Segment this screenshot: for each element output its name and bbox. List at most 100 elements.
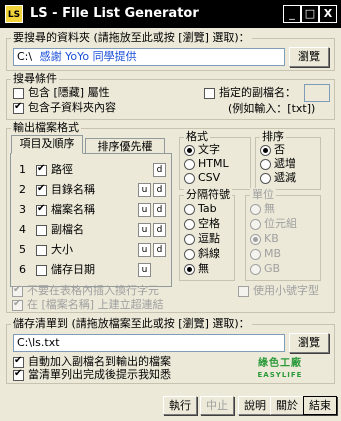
order-item-row: 5 大小 u d bbox=[11, 242, 171, 260]
small-font-checkbox[interactable] bbox=[238, 286, 249, 297]
format-option-label: HTML bbox=[198, 157, 229, 170]
order-item-checkbox[interactable] bbox=[36, 245, 47, 256]
app-icon[interactable]: LS bbox=[5, 5, 23, 23]
unit-radio[interactable] bbox=[250, 204, 261, 215]
order-item-label: 副檔名 bbox=[51, 223, 84, 236]
unit-label: 單位 bbox=[250, 188, 276, 202]
hyperlink-checkbox[interactable] bbox=[12, 298, 23, 311]
auto-extension-checkbox[interactable] bbox=[13, 355, 24, 368]
specify-extension-checkbox[interactable] bbox=[204, 88, 215, 99]
separator-radio[interactable] bbox=[184, 249, 195, 260]
order-item-label: 儲存日期 bbox=[51, 263, 95, 276]
unit-option-label: 無 bbox=[264, 202, 275, 215]
save-path-field[interactable]: C:\ls.txt bbox=[13, 334, 285, 352]
sort-radio[interactable] bbox=[260, 173, 271, 184]
logo-line1: 綠色工廠 bbox=[258, 358, 302, 369]
output-format-label: 輸出檔案格式 bbox=[11, 121, 81, 135]
minimize-button[interactable]: _ bbox=[283, 5, 301, 23]
source-browse-button[interactable]: 瀏覽 bbox=[289, 47, 329, 67]
order-item-label: 路徑 bbox=[51, 163, 73, 176]
format-radio[interactable] bbox=[184, 173, 195, 184]
separator-option-label: 無 bbox=[198, 262, 209, 275]
include-subfolders-checkbox[interactable] bbox=[13, 101, 24, 114]
source-path-value: 感謝 YoYo 同學提供 bbox=[39, 50, 137, 63]
order-item-row: 6 儲存日期 u bbox=[11, 262, 171, 280]
unit-radio[interactable] bbox=[250, 219, 261, 230]
save-browse-button[interactable]: 瀏覽 bbox=[289, 333, 329, 353]
separator-option-label: 空格 bbox=[198, 217, 220, 230]
separator-radio[interactable] bbox=[184, 234, 195, 245]
move-up-button[interactable]: u bbox=[138, 203, 151, 217]
easylife-logo: 綠色工廠 EASYLIFE bbox=[256, 358, 304, 382]
specify-extension-label: 指定的副檔名： bbox=[219, 86, 296, 99]
logo-line2: EASYLIFE bbox=[257, 371, 303, 379]
include-hidden-checkbox[interactable] bbox=[13, 88, 24, 99]
extension-input[interactable] bbox=[304, 84, 330, 102]
source-folder-label: 要搜尋的資料夾 (請拖放至此或按 [瀏覽] 選取)： bbox=[11, 31, 252, 45]
order-item-label: 大小 bbox=[51, 243, 73, 256]
order-item-row: 1 路徑 d bbox=[11, 162, 171, 180]
search-conditions-label: 搜尋條件 bbox=[11, 72, 59, 86]
unit-option-label: GB bbox=[264, 262, 281, 275]
move-up-button[interactable]: u bbox=[138, 243, 151, 257]
close-button[interactable]: X bbox=[319, 5, 337, 23]
move-up-button[interactable]: u bbox=[138, 263, 151, 277]
format-radio[interactable] bbox=[184, 145, 195, 156]
sort-radio[interactable] bbox=[260, 145, 271, 156]
order-item-checkbox[interactable] bbox=[36, 183, 47, 196]
tab-items-order[interactable]: 項目及順序 bbox=[11, 135, 83, 154]
separator-radio[interactable] bbox=[184, 264, 195, 275]
format-radio[interactable] bbox=[184, 159, 195, 170]
move-up-button[interactable]: u bbox=[138, 183, 151, 197]
run-button[interactable]: 執行 bbox=[163, 396, 197, 415]
source-path-prefix: C:\ bbox=[17, 50, 33, 63]
unit-group: 單位 無位元組 KB MB GB bbox=[245, 188, 321, 281]
exit-button[interactable]: 結束 bbox=[303, 396, 337, 415]
move-down-button[interactable]: d bbox=[153, 243, 166, 257]
sort-label: 排序 bbox=[260, 130, 286, 144]
unit-option-label: KB bbox=[264, 232, 279, 245]
order-item-checkbox[interactable] bbox=[36, 163, 47, 176]
maximize-button[interactable]: □ bbox=[301, 5, 319, 23]
unit-radio[interactable] bbox=[250, 264, 261, 275]
include-subfolders-label: 包含子資料夾內容 bbox=[28, 101, 116, 114]
stop-button[interactable]: 中止 bbox=[200, 396, 234, 415]
auto-extension-label: 自動加入副檔名到輸出的檔案 bbox=[28, 355, 171, 368]
source-path-field[interactable]: C:\ 感謝 YoYo 同學提供 bbox=[13, 48, 285, 66]
output-format-group: 輸出檔案格式 項目及順序 排序優先權 1路徑d2目錄名稱ud3檔案名稱ud4副檔… bbox=[6, 121, 335, 313]
extension-example-text: (例如輸入：[txt]) bbox=[228, 102, 316, 115]
move-up-button[interactable]: u bbox=[138, 223, 151, 237]
format-option-label: CSV bbox=[198, 171, 221, 184]
order-item-number: 6 bbox=[19, 263, 26, 276]
no-newline-checkbox[interactable] bbox=[12, 284, 23, 297]
notify-checkbox[interactable] bbox=[13, 368, 24, 381]
unit-radio[interactable] bbox=[250, 249, 261, 260]
app-window: LS LS - File List Generator _ □ X 要搜尋的資料… bbox=[0, 0, 341, 421]
tab-sort-priority[interactable]: 排序優先權 bbox=[85, 138, 165, 154]
include-hidden-label: 包含 [隱藏] 屬性 bbox=[28, 86, 110, 99]
order-item-checkbox[interactable] bbox=[36, 203, 47, 216]
unit-radio[interactable] bbox=[250, 234, 261, 245]
format-group: 格式 文字 HTML CSV bbox=[179, 130, 251, 190]
format-label: 格式 bbox=[184, 130, 210, 144]
order-item-row: 4 副檔名 u d bbox=[11, 222, 171, 240]
help-button[interactable]: 說明 bbox=[238, 396, 272, 415]
sort-group: 排序 否遞增 遞減 bbox=[255, 130, 321, 190]
separator-radio[interactable] bbox=[184, 204, 195, 215]
move-down-button[interactable]: d bbox=[153, 163, 166, 177]
sort-radio[interactable] bbox=[260, 159, 271, 170]
order-item-number: 1 bbox=[19, 163, 26, 176]
source-folder-group: 要搜尋的資料夾 (請拖放至此或按 [瀏覽] 選取)： C:\ 感謝 YoYo 同… bbox=[6, 31, 335, 71]
order-item-checkbox[interactable] bbox=[36, 225, 47, 236]
order-item-number: 3 bbox=[19, 203, 26, 216]
order-item-number: 5 bbox=[19, 243, 26, 256]
title-bar[interactable]: LS LS - File List Generator _ □ X bbox=[0, 0, 341, 28]
sort-option-label: 遞減 bbox=[274, 171, 296, 184]
order-item-row: 3 檔案名稱 ud bbox=[11, 202, 171, 220]
separator-radio[interactable] bbox=[184, 219, 195, 230]
order-item-checkbox[interactable] bbox=[36, 265, 47, 276]
about-button[interactable]: 關於 bbox=[270, 396, 304, 415]
move-down-button[interactable]: d bbox=[153, 183, 166, 197]
move-down-button[interactable]: d bbox=[153, 203, 166, 217]
move-down-button[interactable]: d bbox=[153, 223, 166, 237]
